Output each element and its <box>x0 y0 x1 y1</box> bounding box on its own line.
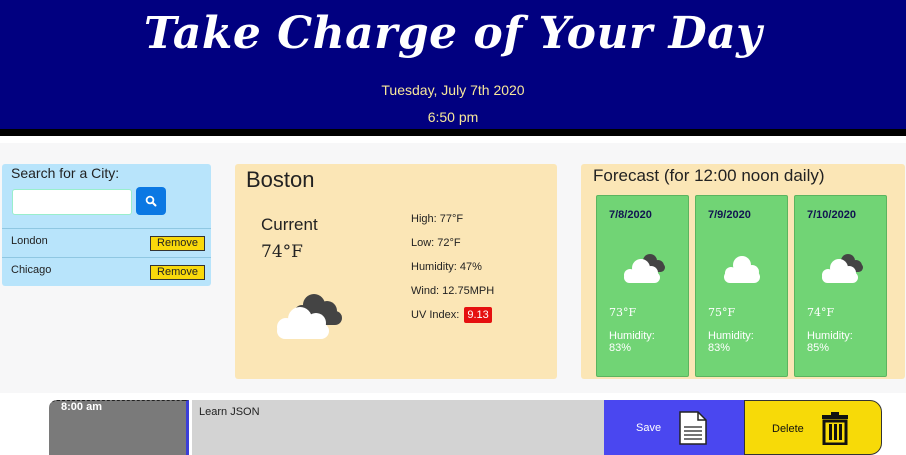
forecast-humidity-label: Humidity: <box>609 330 655 342</box>
saved-city-name: Chicago <box>11 264 52 276</box>
remove-city-button[interactable]: Remove <box>150 236 205 251</box>
search-icon <box>145 195 157 207</box>
remove-city-button[interactable]: Remove <box>150 265 205 280</box>
forecast-panel: Forecast (for 12:00 noon daily) 7/8/2020… <box>581 164 905 379</box>
city-name: Boston <box>246 167 315 192</box>
task-text: Learn JSON <box>199 406 260 418</box>
current-temperature: 74°F <box>261 242 303 262</box>
forecast-temperature: 74°F <box>807 306 835 319</box>
uv-index-label: UV Index: <box>411 309 460 321</box>
forecast-card: 7/8/2020 73°F Humidity: 83% <box>596 195 689 377</box>
page-title: Take Charge of Your Day <box>143 8 763 59</box>
uv-index: UV Index: 9.13 <box>411 307 492 323</box>
saved-city-item[interactable]: Chicago Remove <box>2 257 211 287</box>
forecast-title: Forecast (for 12:00 noon daily) <box>593 166 825 185</box>
forecast-humidity: Humidity: 83% <box>708 330 782 354</box>
current-date: Tuesday, July 7th 2020 <box>381 82 525 98</box>
forecast-date: 7/10/2020 <box>807 209 856 221</box>
forecast-date: 7/9/2020 <box>708 209 751 221</box>
task-textarea[interactable]: Learn JSON <box>192 400 604 455</box>
forecast-humidity: Humidity: 85% <box>807 330 881 354</box>
forecast-card: 7/10/2020 74°F Humidity: 85% <box>794 195 887 377</box>
forecast-humidity-value: 85% <box>807 342 830 354</box>
current-label: Current <box>261 215 318 234</box>
wind-speed: Wind: 12.75MPH <box>411 285 495 297</box>
uv-index-badge: 9.13 <box>464 307 492 323</box>
cloud-icon <box>724 256 760 283</box>
saved-city-item[interactable]: London Remove <box>2 228 211 258</box>
forecast-card: 7/9/2020 75°F Humidity: 83% <box>695 195 788 377</box>
cloudy-icon <box>822 254 863 283</box>
forecast-humidity-label: Humidity: <box>708 330 754 342</box>
current-weather-panel: Boston Current 74°F High: 77°F Low: 72°F… <box>235 164 557 379</box>
search-label: Search for a City: <box>11 165 120 181</box>
trash-icon <box>822 412 848 445</box>
saved-city-name: London <box>11 235 48 247</box>
planner-row: 8:00 am Learn JSON Save Delete <box>49 400 882 455</box>
forecast-humidity-value: 83% <box>609 342 632 354</box>
save-button[interactable]: Save <box>604 400 744 455</box>
search-button[interactable] <box>136 187 166 215</box>
city-search-input[interactable] <box>12 189 132 215</box>
forecast-temperature: 73°F <box>609 306 637 319</box>
forecast-humidity-value: 83% <box>708 342 731 354</box>
forecast-humidity: Humidity: 83% <box>609 330 683 354</box>
high-temp: High: 77°F <box>411 213 464 225</box>
search-panel: Search for a City: London Remove Chicago… <box>2 164 211 286</box>
delete-label: Delete <box>772 423 804 435</box>
forecast-date: 7/8/2020 <box>609 209 652 221</box>
forecast-humidity-label: Humidity: <box>807 330 853 342</box>
humidity: Humidity: 47% <box>411 261 482 273</box>
hour-block: 8:00 am <box>49 400 189 455</box>
save-label: Save <box>636 422 662 434</box>
hour-label: 8:00 am <box>61 401 102 413</box>
cloudy-icon <box>624 254 665 283</box>
forecast-temperature: 75°F <box>708 306 736 319</box>
header: Take Charge of Your Day Tuesday, July 7t… <box>0 0 906 136</box>
delete-button[interactable]: Delete <box>744 400 882 455</box>
current-time: 6:50 pm <box>427 109 479 125</box>
document-icon <box>679 411 707 445</box>
low-temp: Low: 72°F <box>411 237 461 249</box>
partly-cloudy-icon <box>277 294 342 339</box>
